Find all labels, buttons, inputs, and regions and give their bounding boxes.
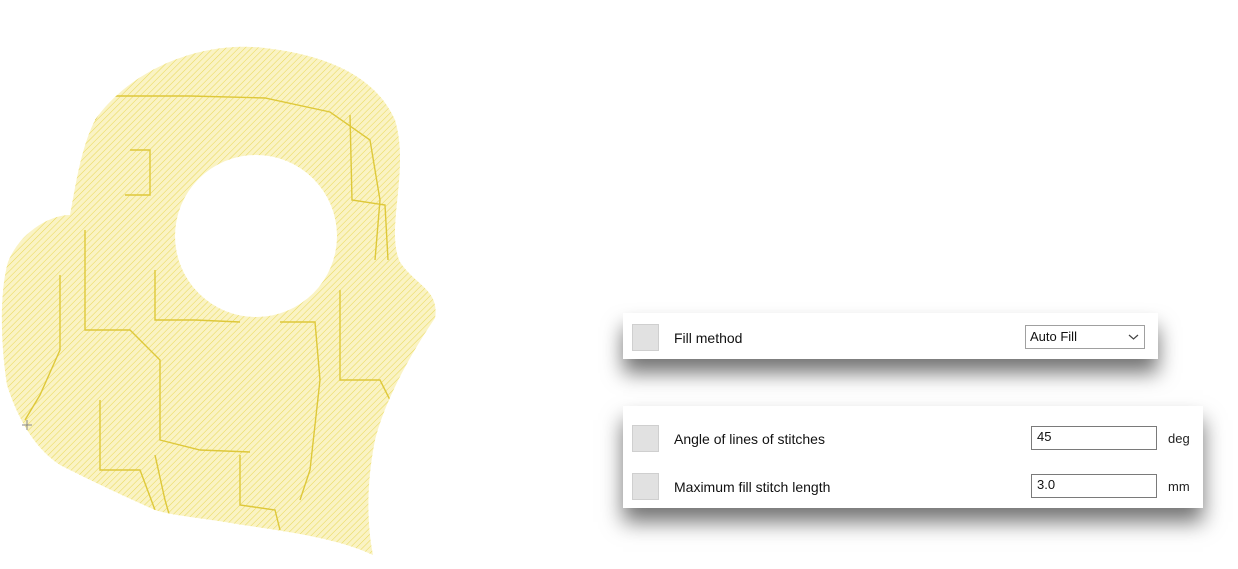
max-length-label: Maximum fill stitch length — [674, 479, 831, 495]
fill-method-panel: Fill method Auto Fill — [623, 313, 1158, 359]
angle-row: Angle of lines of stitches deg — [623, 420, 1203, 454]
max-length-row: Maximum fill stitch length mm — [623, 468, 1203, 502]
chevron-down-icon — [1128, 334, 1139, 340]
stitch-shape — [1, 46, 436, 555]
angle-label: Angle of lines of stitches — [674, 431, 825, 447]
fill-method-checkbox[interactable] — [632, 324, 659, 351]
angle-input[interactable] — [1031, 426, 1157, 450]
angle-unit: deg — [1168, 431, 1190, 446]
fill-method-row: Fill method Auto Fill — [623, 319, 1158, 353]
max-length-unit: mm — [1168, 479, 1190, 494]
fill-method-label: Fill method — [674, 330, 743, 346]
fill-method-select[interactable]: Auto Fill — [1025, 325, 1145, 349]
max-length-checkbox[interactable] — [632, 473, 659, 500]
angle-checkbox[interactable] — [632, 425, 659, 452]
fill-params-panel: Angle of lines of stitches deg Maximum f… — [623, 406, 1203, 508]
center-hole — [175, 155, 337, 317]
fill-method-value: Auto Fill — [1030, 329, 1077, 344]
max-length-input[interactable] — [1031, 474, 1157, 498]
stitch-preview — [1, 46, 436, 555]
